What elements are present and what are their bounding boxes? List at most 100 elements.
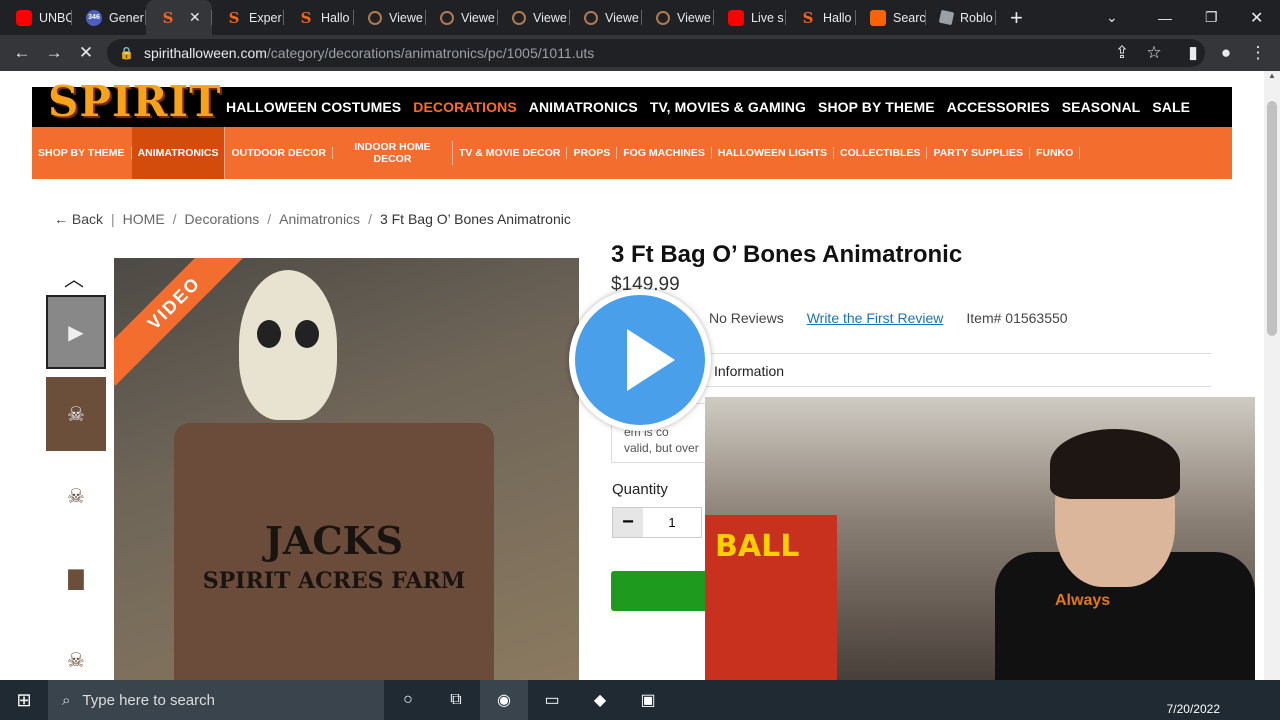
sub-nav-item[interactable]: FUNKO xyxy=(1030,147,1081,159)
thumbnail-image[interactable]: ☠ xyxy=(46,459,106,533)
sub-nav-item[interactable]: COLLECTIBLES xyxy=(834,147,928,159)
scrollbar-thumb[interactable] xyxy=(1267,101,1277,336)
sub-nav: SHOP BY THEME ANIMATRONICS OUTDOOR DECOR IN… xyxy=(32,127,1232,179)
video-banner: VIDEO xyxy=(114,258,257,386)
sub-nav-item[interactable]: HALLOWEEN LIGHTS xyxy=(712,147,834,159)
webcam-overlay: BALL Always xyxy=(705,397,1255,706)
breadcrumb-decorations[interactable]: Decorations xyxy=(185,211,260,227)
breadcrumb-current: 3 Ft Bag O’ Bones Animatronic xyxy=(379,211,571,227)
sub-nav-item[interactable]: OUTDOOR DECOR xyxy=(225,147,333,159)
breadcrumb-home[interactable]: HOME xyxy=(123,211,165,227)
sub-nav-item[interactable]: PARTY SUPPLIES xyxy=(927,147,1030,159)
tab-label: Viewe xyxy=(677,10,711,25)
forward-icon[interactable]: → xyxy=(38,43,70,63)
back-icon[interactable]: ← xyxy=(6,43,38,63)
close-tab-icon[interactable]: ✕ xyxy=(189,9,201,26)
breadcrumb-animatronics[interactable]: Animatronics xyxy=(279,211,360,227)
viewer-icon xyxy=(440,10,454,25)
main-nav-item[interactable]: DECORATIONS xyxy=(413,99,517,115)
main-nav-item[interactable]: SEASONAL xyxy=(1062,99,1141,115)
share-icon[interactable]: ⇪ xyxy=(1106,43,1138,63)
sub-nav-item[interactable]: INDOOR HOME DECOR xyxy=(333,141,453,165)
browser-tab[interactable]: Searc xyxy=(856,0,926,35)
product-main-image[interactable]: JACKS SPIRIT ACRES FARM VIDEO xyxy=(114,258,579,680)
roblox-icon xyxy=(938,9,955,26)
browser-tab[interactable]: S Exper xyxy=(212,0,284,35)
page-scrollbar[interactable]: ▲ xyxy=(1264,71,1280,680)
cortana-icon[interactable]: ○ xyxy=(384,680,432,720)
youtube-icon xyxy=(16,9,32,26)
menu-kebab-icon[interactable]: ⋮ xyxy=(1242,43,1274,63)
search-icon: ⌕ xyxy=(62,691,71,709)
side-panel-icon[interactable]: ▮ xyxy=(1177,43,1209,63)
tab-search-icon[interactable]: ⌄ xyxy=(1106,0,1118,35)
sub-nav-item[interactable]: SHOP BY THEME xyxy=(32,147,132,159)
tab-label: Viewe xyxy=(533,10,567,25)
sub-nav-item[interactable]: TV & MOVIE DECOR xyxy=(453,147,568,159)
review-row: No Reviews Write the First Review Item# … xyxy=(709,310,1068,326)
breadcrumb-separator: / xyxy=(267,211,272,227)
write-review-link[interactable]: Write the First Review xyxy=(807,310,944,326)
browser-tab[interactable]: S ✕ xyxy=(146,0,212,35)
box-text: BALL xyxy=(715,529,800,564)
back-label: Back xyxy=(71,211,104,227)
browser-tab[interactable]: Roblo xyxy=(926,0,996,35)
thumbnail-image[interactable]: ☠ xyxy=(46,623,106,680)
sub-nav-item[interactable]: ANIMATRONICS xyxy=(131,127,226,179)
thumbnail-image[interactable]: ☠ xyxy=(46,377,106,451)
app-icon[interactable]: ▣ xyxy=(624,680,672,720)
close-window-button[interactable]: ✕ xyxy=(1250,0,1263,35)
tab-label: Hallo xyxy=(823,10,852,25)
bookmark-star-icon[interactable]: ☆ xyxy=(1138,43,1170,63)
viewer-icon xyxy=(584,10,598,25)
new-tab-button[interactable]: + xyxy=(1010,5,1023,31)
main-nav-item[interactable]: ANIMATRONICS xyxy=(529,99,638,115)
breadcrumb-separator: | xyxy=(111,211,115,227)
browser-tab[interactable]: 346 Gener xyxy=(72,0,146,35)
thumb-scroll-up-icon[interactable]: ︿ xyxy=(64,263,84,292)
windows-start-icon[interactable]: ⊞ xyxy=(0,690,48,711)
task-view-icon[interactable]: ⧉ xyxy=(432,680,480,720)
stop-loading-icon[interactable]: ✕ xyxy=(70,43,102,63)
browser-tab[interactable]: S Hallo xyxy=(284,0,354,35)
youtube-icon xyxy=(728,9,744,26)
browser-tab[interactable]: Viewe xyxy=(354,0,426,35)
main-nav-item[interactable]: SALE xyxy=(1152,99,1190,115)
browser-tab[interactable]: Viewe xyxy=(498,0,570,35)
main-nav-item[interactable]: SHOP BY THEME xyxy=(818,99,935,115)
site-header: SPIRIT HALLOWEEN COSTUMES DECORATIONS ANIM… xyxy=(32,77,1232,127)
browser-tab[interactable]: UNBO xyxy=(2,0,72,35)
app-icon[interactable]: ◆ xyxy=(576,680,624,720)
browser-tab[interactable]: Viewe xyxy=(642,0,714,35)
profile-avatar[interactable]: ● xyxy=(1210,43,1242,63)
decrease-quantity-button[interactable]: − xyxy=(613,508,643,537)
address-bar[interactable]: 🔒 spirithalloween.com/category/decoratio… xyxy=(107,39,1205,67)
thumbnail-image[interactable]: ▇ xyxy=(46,541,106,615)
browser-tab[interactable]: Viewe xyxy=(570,0,642,35)
scroll-up-arrow-icon[interactable]: ▲ xyxy=(1264,71,1280,80)
main-nav-item[interactable]: TV, MOVIES & GAMING xyxy=(650,99,806,115)
browser-tab[interactable]: S Hallo xyxy=(786,0,856,35)
back-link[interactable]: ← Back xyxy=(54,211,103,227)
sub-nav-item[interactable]: FOG MACHINES xyxy=(617,147,712,159)
thumbnail-video[interactable]: ▶ xyxy=(46,295,106,369)
video-play-button[interactable] xyxy=(569,289,711,431)
main-nav-item[interactable]: HALLOWEEN COSTUMES xyxy=(226,99,401,115)
sack-text-farm: SPIRIT ACRES FARM xyxy=(202,568,466,594)
sub-nav-item[interactable]: PROPS xyxy=(567,147,618,159)
minimize-button[interactable]: — xyxy=(1158,0,1172,35)
chrome-icon[interactable]: ◉ xyxy=(480,680,528,720)
file-explorer-icon[interactable]: ▭ xyxy=(528,680,576,720)
maximize-button[interactable]: ❐ xyxy=(1205,0,1218,35)
main-nav-item[interactable]: ACCESSORIES xyxy=(947,99,1050,115)
browser-tab[interactable]: Live s xyxy=(714,0,786,35)
spirit-logo[interactable]: SPIRIT xyxy=(48,77,221,126)
taskbar-search[interactable]: ⌕ Type here to search xyxy=(48,680,384,720)
browser-tab[interactable]: Viewe xyxy=(426,0,498,35)
tab-label: UNBO xyxy=(39,10,72,25)
spirit-icon: S xyxy=(300,8,312,27)
review-count: No Reviews xyxy=(709,310,784,326)
tab-label: Viewe xyxy=(605,10,639,25)
windows-taskbar: ⊞ ⌕ Type here to search ○ ⧉ ◉ ▭ ◆ ▣ 7/20… xyxy=(0,680,1280,720)
quantity-input[interactable]: 1 xyxy=(643,508,701,537)
